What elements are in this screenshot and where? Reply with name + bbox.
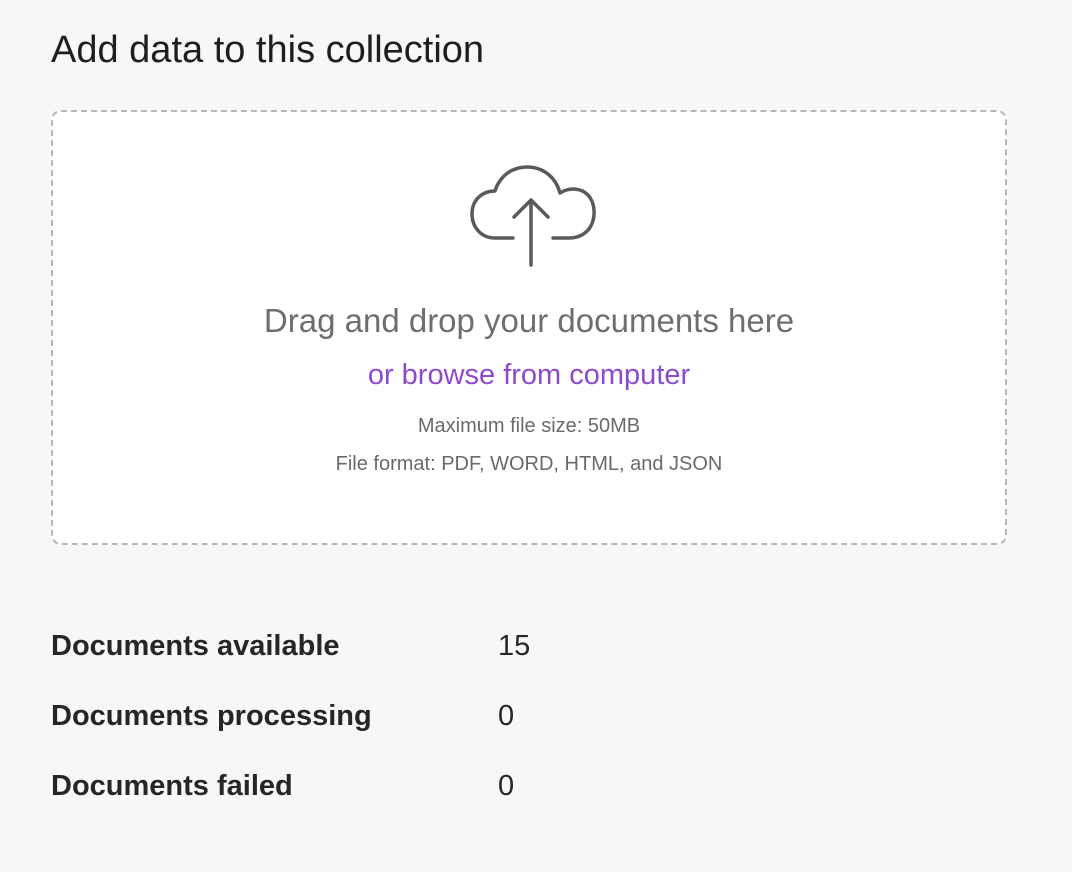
- stat-label: Documents failed: [51, 770, 293, 802]
- stat-row-processing: Documents processing 0: [51, 698, 751, 768]
- document-stats: Documents available 15 Documents process…: [51, 628, 751, 838]
- stat-row-failed: Documents failed 0: [51, 768, 751, 838]
- page-title: Add data to this collection: [51, 29, 485, 71]
- file-format-text: File format: PDF, WORD, HTML, and JSON: [335, 453, 723, 475]
- stat-value: 15: [498, 630, 531, 662]
- stat-value: 0: [498, 770, 515, 802]
- stat-label: Documents available: [51, 630, 340, 662]
- stat-row-available: Documents available 15: [51, 628, 751, 698]
- stat-label: Documents processing: [51, 700, 372, 732]
- cloud-upload-icon: [470, 165, 596, 267]
- drag-drop-text: Drag and drop your documents here: [263, 302, 795, 339]
- stat-value: 0: [498, 700, 515, 732]
- max-file-size-text: Maximum file size: 50MB: [417, 415, 641, 437]
- browse-computer-link[interactable]: or browse from computer: [53, 358, 1005, 392]
- file-dropzone[interactable]: Drag and drop your documents here or bro…: [51, 110, 1007, 545]
